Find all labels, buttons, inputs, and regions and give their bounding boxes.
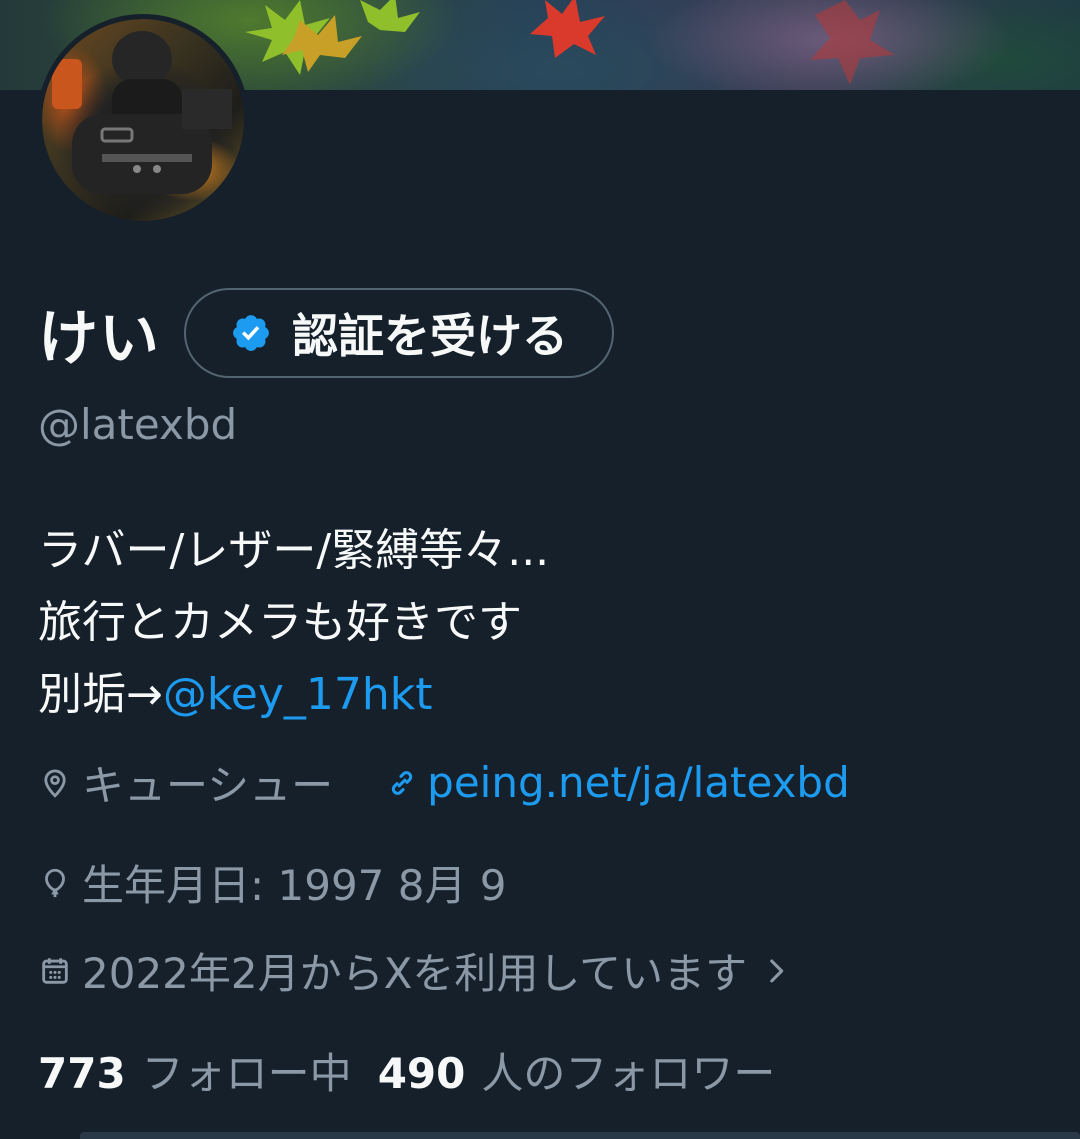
following-label: フォロー中 xyxy=(141,1049,352,1098)
verified-badge-icon xyxy=(233,315,269,351)
bio-line-3-text: 別垢→ xyxy=(38,669,163,720)
link-icon xyxy=(391,770,413,795)
profile-meta-birthday: 生年月日: 1997 8月 9 xyxy=(38,852,507,913)
bio-line-3: 別垢→@key_17hkt xyxy=(38,659,549,731)
profile-meta-location-website: キューシュー peing.net/ja/latexbd xyxy=(38,752,850,813)
profile-meta-joined[interactable]: 2022年2月からXを利用しています xyxy=(38,940,789,1001)
maple-leaf-faded xyxy=(810,0,895,85)
profile-birthday: 生年月日: 1997 8月 9 xyxy=(82,861,507,910)
bio-line-2: 旅行とカメラも好きです xyxy=(38,597,522,648)
bio-line-1: ラバー/レザー/緊縛等々... xyxy=(38,525,550,576)
profile-handle: @latexbd xyxy=(38,400,238,449)
chevron-right-icon[interactable] xyxy=(763,954,789,988)
followers-stat[interactable]: 490 人のフォロワー xyxy=(378,1040,776,1101)
profile-name-row: けい 認証を受ける xyxy=(38,288,614,378)
get-verified-button[interactable]: 認証を受ける xyxy=(184,288,614,378)
followers-label: 人のフォロワー xyxy=(481,1049,776,1098)
followers-count: 490 xyxy=(377,1049,466,1098)
avatar-figure xyxy=(52,31,232,194)
profile-location: キューシュー xyxy=(82,761,334,810)
profile-website-text[interactable]: peing.net/ja/latexbd xyxy=(427,758,850,807)
profile-website-link[interactable]: peing.net/ja/latexbd xyxy=(385,758,850,807)
profile-joined: 2022年2月からXを利用しています xyxy=(82,949,748,998)
bio-mention-link[interactable]: @key_17hkt xyxy=(163,669,433,720)
profile-stats: 773 フォロー中 490 人のフォロワー xyxy=(38,1040,775,1101)
profile-avatar[interactable] xyxy=(37,14,249,226)
get-verified-label: 認証を受ける xyxy=(292,309,568,363)
display-name: けい xyxy=(38,303,160,374)
calendar-icon xyxy=(42,957,68,984)
avatar-photo xyxy=(42,19,244,221)
balloon-icon xyxy=(45,868,65,897)
following-stat[interactable]: 773 フォロー中 xyxy=(38,1040,352,1101)
tab-bar-top-edge xyxy=(80,1132,1080,1139)
following-count: 773 xyxy=(38,1049,126,1098)
location-pin-icon xyxy=(44,769,66,798)
maple-leaf-red xyxy=(530,0,605,58)
profile-bio: ラバー/レザー/緊縛等々... 旅行とカメラも好きです 別垢→@key_17hk… xyxy=(38,515,549,731)
